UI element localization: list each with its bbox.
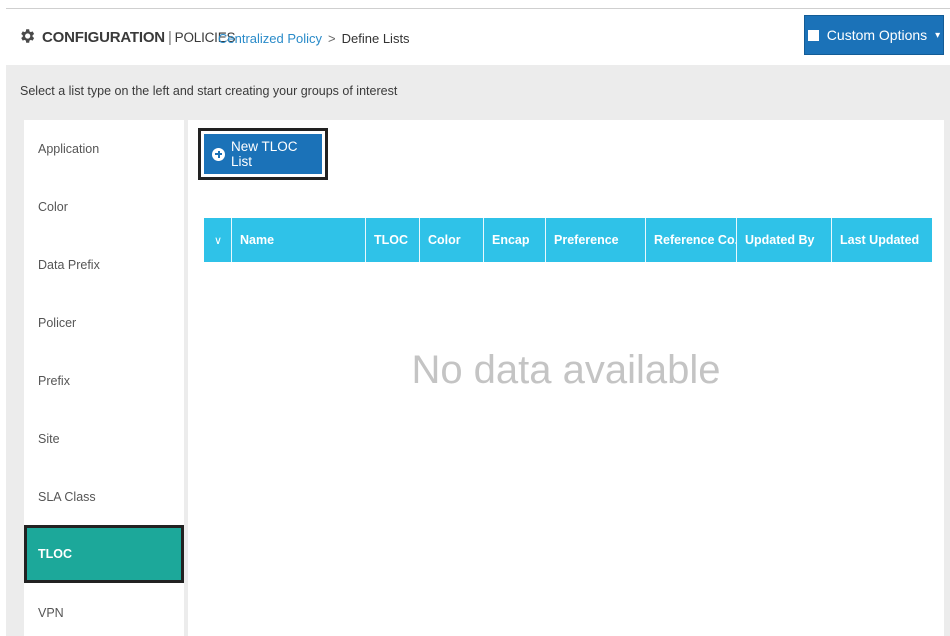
sidebar-item-label: Application (38, 142, 100, 156)
select-all-toggle[interactable]: ∨ (204, 218, 232, 262)
title-separator: | (167, 29, 172, 46)
page-title: CONFIGURATION | POLICIES (42, 29, 236, 46)
sidebar-item-label: SLA Class (38, 490, 96, 504)
column-header-color[interactable]: Color (420, 218, 484, 262)
sidebar-item-policer[interactable]: Policer (24, 294, 184, 352)
table-header: ∨ Name TLOC Color Encap Preference Refer… (204, 218, 932, 262)
column-header-preference[interactable]: Preference (546, 218, 646, 262)
sidebar-item-label: Prefix (38, 374, 70, 388)
sidebar-item-label: Policer (38, 316, 77, 330)
sidebar-item-sla-class[interactable]: SLA Class (24, 468, 184, 526)
main-panel: New TLOC List ∨ Name TLOC Color Encap Pr… (188, 120, 944, 636)
gear-icon (21, 29, 35, 43)
breadcrumb-link-centralized-policy[interactable]: Centralized Policy (218, 31, 322, 46)
new-tloc-list-button[interactable]: New TLOC List (204, 134, 322, 174)
custom-options-button[interactable]: Custom Options ▾ (804, 15, 944, 55)
custom-options-label: Custom Options (826, 27, 928, 43)
sidebar-item-label: Data Prefix (38, 258, 100, 272)
square-icon (807, 29, 819, 41)
column-header-tloc[interactable]: TLOC (366, 218, 420, 262)
sidebar-item-prefix[interactable]: Prefix (24, 352, 184, 410)
title-main: CONFIGURATION (42, 29, 165, 46)
instruction-text: Select a list type on the left and start… (20, 84, 398, 98)
breadcrumb-current: Define Lists (341, 31, 410, 46)
column-header-reference-count[interactable]: Reference Co... (646, 218, 737, 262)
sidebar-item-label: Site (38, 432, 60, 446)
empty-state-text: No data available (411, 348, 721, 392)
breadcrumb: Centralized Policy > Define Lists (218, 31, 410, 46)
list-type-sidebar: Application Color Data Prefix Policer Pr… (24, 120, 184, 636)
sidebar-item-label: VPN (38, 606, 64, 620)
sidebar-item-site[interactable]: Site (24, 410, 184, 468)
sidebar-item-application[interactable]: Application (24, 120, 184, 178)
column-header-updated-by[interactable]: Updated By (737, 218, 832, 262)
sidebar-item-color[interactable]: Color (24, 178, 184, 236)
sidebar-item-tloc[interactable]: TLOC (24, 525, 184, 583)
page-header: CONFIGURATION | POLICIES Centralized Polic… (6, 9, 950, 65)
column-header-encap[interactable]: Encap (484, 218, 546, 262)
sidebar-item-data-prefix[interactable]: Data Prefix (24, 236, 184, 294)
new-tloc-list-highlight: New TLOC List (198, 128, 328, 180)
plus-circle-icon (212, 147, 225, 161)
column-header-last-updated[interactable]: Last Updated (832, 218, 932, 262)
column-header-name[interactable]: Name (232, 218, 366, 262)
sidebar-item-label: Color (38, 200, 68, 214)
sidebar-item-label: TLOC (38, 547, 73, 561)
sidebar-item-vpn[interactable]: VPN (24, 584, 184, 636)
new-tloc-list-label: New TLOC List (231, 139, 298, 169)
caret-down-icon: ▾ (935, 29, 941, 41)
breadcrumb-arrow: > (328, 31, 336, 46)
